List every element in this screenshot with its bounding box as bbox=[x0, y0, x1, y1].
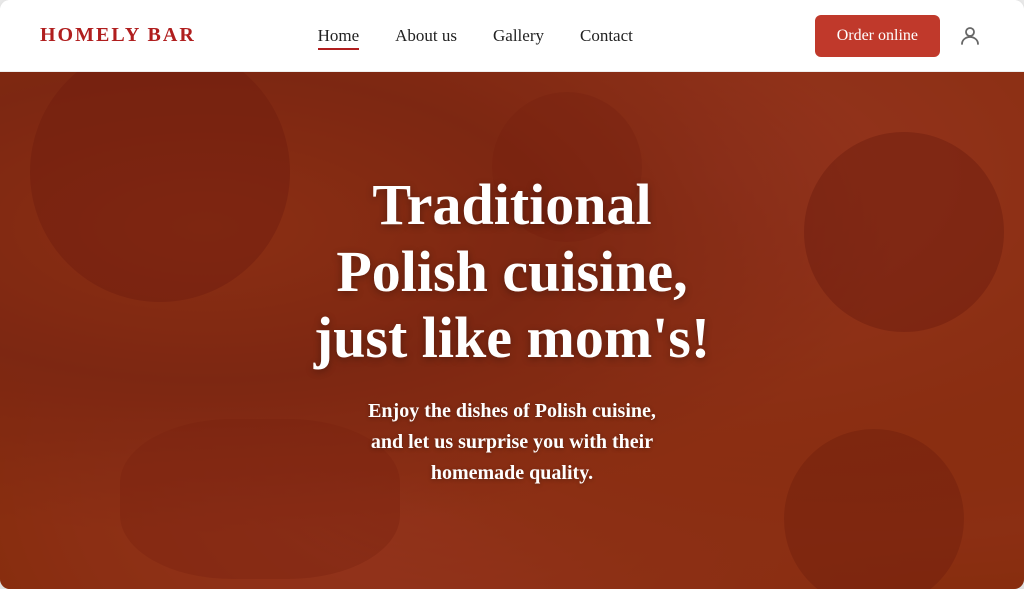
hero-section: Traditional Polish cuisine, just like mo… bbox=[0, 72, 1024, 589]
nav-item-gallery[interactable]: Gallery bbox=[493, 26, 544, 46]
brand-logo: HOMELY BAR bbox=[40, 24, 196, 47]
nav-item-contact[interactable]: Contact bbox=[580, 26, 633, 46]
nav-item-about[interactable]: About us bbox=[395, 26, 457, 46]
hero-subtitle: Enjoy the dishes of Polish cuisine,and l… bbox=[314, 396, 710, 489]
header-right: Order online bbox=[815, 15, 984, 57]
user-account-icon[interactable] bbox=[956, 22, 984, 50]
nav-item-home[interactable]: Home bbox=[318, 26, 360, 46]
hero-title-line3: just like mom's! bbox=[314, 305, 710, 370]
hero-content: Traditional Polish cuisine, just like mo… bbox=[274, 152, 750, 509]
main-nav: Home About us Gallery Contact bbox=[318, 26, 633, 46]
header: HOMELY BAR Home About us Gallery Contact… bbox=[0, 0, 1024, 72]
hero-title: Traditional Polish cuisine, just like mo… bbox=[314, 172, 710, 372]
browser-frame: HOMELY BAR Home About us Gallery Contact… bbox=[0, 0, 1024, 589]
order-online-button[interactable]: Order online bbox=[815, 15, 940, 57]
hero-title-line1: Traditional bbox=[372, 172, 651, 237]
hero-title-line2: Polish cuisine, bbox=[336, 239, 687, 304]
